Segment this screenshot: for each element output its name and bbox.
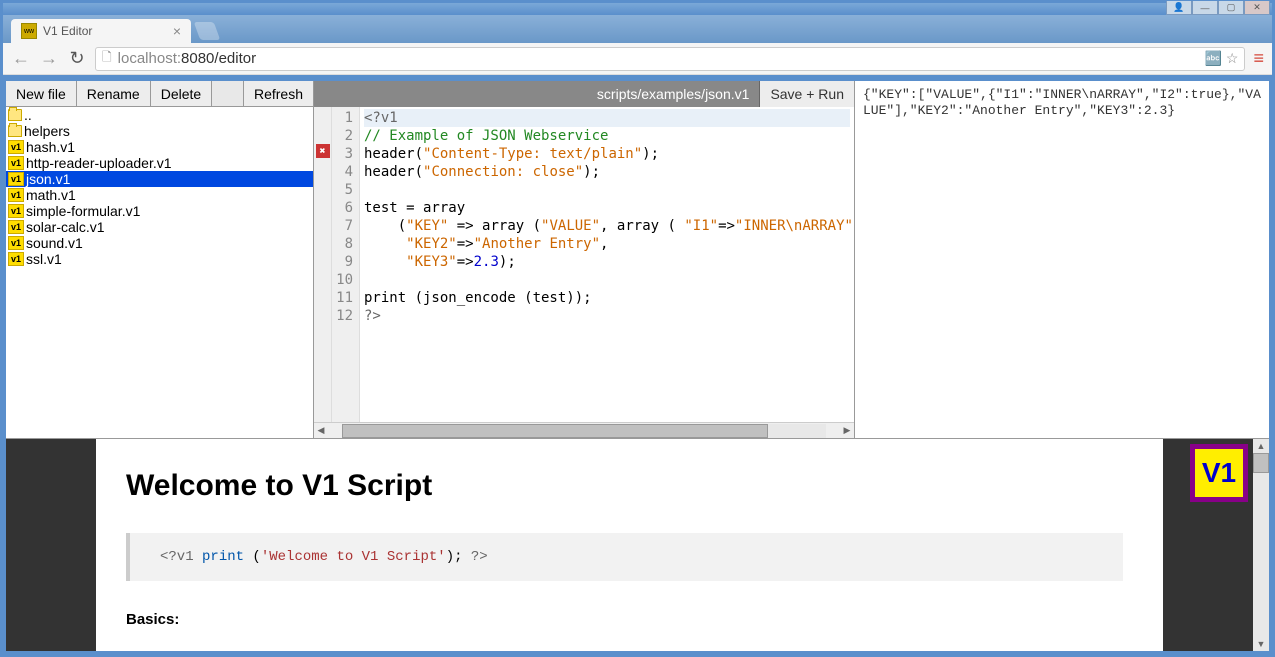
v1-file-icon: v1: [8, 140, 24, 154]
url-bar[interactable]: 🗋 localhost:8080/editor 🔤 ☆: [95, 47, 1245, 71]
scroll-down-icon[interactable]: ▼: [1253, 637, 1269, 651]
code-content[interactable]: <?v1// Example of JSON Webserviceheader(…: [360, 107, 854, 422]
menu-button[interactable]: ≡: [1253, 48, 1264, 69]
forward-button[interactable]: →: [39, 48, 59, 69]
v1-file-icon: v1: [8, 220, 24, 234]
tab-strip: ww V1 Editor ×: [3, 15, 1272, 43]
file-label: helpers: [24, 123, 70, 139]
editor-scrollbar[interactable]: ◀ ▶: [314, 422, 854, 438]
rename-button[interactable]: Rename: [77, 81, 151, 106]
file-item[interactable]: v1 hash.v1: [6, 139, 313, 155]
doc-code-block: <?v1 print ('Welcome to V1 Script'); ?>: [126, 533, 1123, 581]
file-label: solar-calc.v1: [26, 219, 105, 235]
editor-path: scripts/examples/json.v1: [314, 86, 759, 102]
file-item[interactable]: v1 http-reader-uploader.v1: [6, 155, 313, 171]
scroll-right-icon[interactable]: ▶: [840, 424, 854, 438]
file-toolbar: New file Rename Delete Refresh: [6, 81, 313, 107]
error-icon[interactable]: ✖: [316, 144, 330, 158]
delete-button[interactable]: Delete: [151, 81, 212, 106]
file-label: math.v1: [26, 187, 76, 203]
maximize-button[interactable]: ▢: [1218, 1, 1244, 15]
v1-file-icon: v1: [8, 156, 24, 170]
file-label: ..: [24, 107, 32, 123]
folder-icon: [8, 125, 22, 137]
tab-title: V1 Editor: [43, 24, 92, 38]
code-editor[interactable]: ✖ 123456789101112 <?v1// Example of JSON…: [314, 107, 854, 422]
v1-file-icon: v1: [8, 204, 24, 218]
save-run-button[interactable]: Save + Run: [759, 81, 854, 107]
file-label: http-reader-uploader.v1: [26, 155, 172, 171]
doc-margin-left: [6, 439, 96, 651]
translate-icon[interactable]: 🔤: [1204, 50, 1221, 67]
folder-icon: [8, 109, 22, 121]
user-button[interactable]: 👤: [1166, 1, 1192, 15]
close-button[interactable]: ✕: [1244, 1, 1270, 15]
v1-file-icon: v1: [8, 252, 24, 266]
file-panel: New file Rename Delete Refresh .. helper…: [6, 81, 314, 438]
reload-button[interactable]: ↻: [67, 48, 87, 69]
new-file-button[interactable]: New file: [6, 81, 77, 106]
nav-bar: ← → ↻ 🗋 localhost:8080/editor 🔤 ☆ ≡: [3, 43, 1272, 75]
file-list: .. helpers v1 hash.v1 v1 http-reader-upl…: [6, 107, 313, 438]
file-item-selected[interactable]: v1 json.v1: [6, 171, 313, 187]
browser-tab[interactable]: ww V1 Editor ×: [11, 19, 191, 43]
doc-content[interactable]: Welcome to V1 Script <?v1 print ('Welcom…: [96, 439, 1163, 651]
v1-logo: V1: [1190, 444, 1248, 502]
favicon: ww: [21, 23, 37, 39]
v1-file-icon: v1: [8, 236, 24, 250]
url-path: /editor: [214, 50, 256, 67]
file-label: hash.v1: [26, 139, 75, 155]
window-titlebar: 👤 — ▢ ✕: [3, 3, 1272, 15]
doc-basics-heading: Basics:: [126, 611, 1123, 628]
file-item[interactable]: v1 solar-calc.v1: [6, 219, 313, 235]
file-item[interactable]: helpers: [6, 123, 313, 139]
editor-panel: scripts/examples/json.v1 Save + Run ✖ 12…: [314, 81, 855, 438]
back-button[interactable]: ←: [11, 48, 31, 69]
new-tab-button[interactable]: [194, 22, 221, 40]
refresh-button[interactable]: Refresh: [243, 81, 313, 106]
editor-toolbar: scripts/examples/json.v1 Save + Run: [314, 81, 854, 107]
url-host: localhost:: [118, 50, 181, 67]
line-numbers: 123456789101112: [332, 107, 360, 422]
file-label: sound.v1: [26, 235, 83, 251]
file-item[interactable]: v1 math.v1: [6, 187, 313, 203]
scroll-left-icon[interactable]: ◀: [314, 424, 328, 438]
doc-area: Welcome to V1 Script <?v1 print ('Welcom…: [6, 439, 1269, 651]
v1-file-icon: v1: [8, 188, 24, 202]
bookmark-icon[interactable]: ☆: [1226, 50, 1239, 67]
file-item[interactable]: v1 sound.v1: [6, 235, 313, 251]
file-item[interactable]: v1 simple-formular.v1: [6, 203, 313, 219]
page-icon: 🗋: [102, 48, 112, 69]
url-port: 8080: [181, 50, 214, 67]
error-gutter: ✖: [314, 107, 332, 422]
minimize-button[interactable]: —: [1192, 1, 1218, 15]
tab-close-icon[interactable]: ×: [173, 23, 181, 39]
file-label: simple-formular.v1: [26, 203, 140, 219]
file-label: json.v1: [26, 171, 70, 187]
doc-scrollbar[interactable]: ▲ ▼: [1253, 439, 1269, 651]
doc-title: Welcome to V1 Script: [126, 469, 1123, 503]
v1-file-icon: v1: [8, 172, 24, 186]
doc-margin-right: V1: [1163, 439, 1253, 651]
file-item[interactable]: v1 ssl.v1: [6, 251, 313, 267]
scroll-up-icon[interactable]: ▲: [1253, 439, 1269, 453]
file-item-parent[interactable]: ..: [6, 107, 313, 123]
file-label: ssl.v1: [26, 251, 62, 267]
output-panel: {"KEY":["VALUE",{"I1":"INNER\nARRAY","I2…: [855, 81, 1269, 438]
